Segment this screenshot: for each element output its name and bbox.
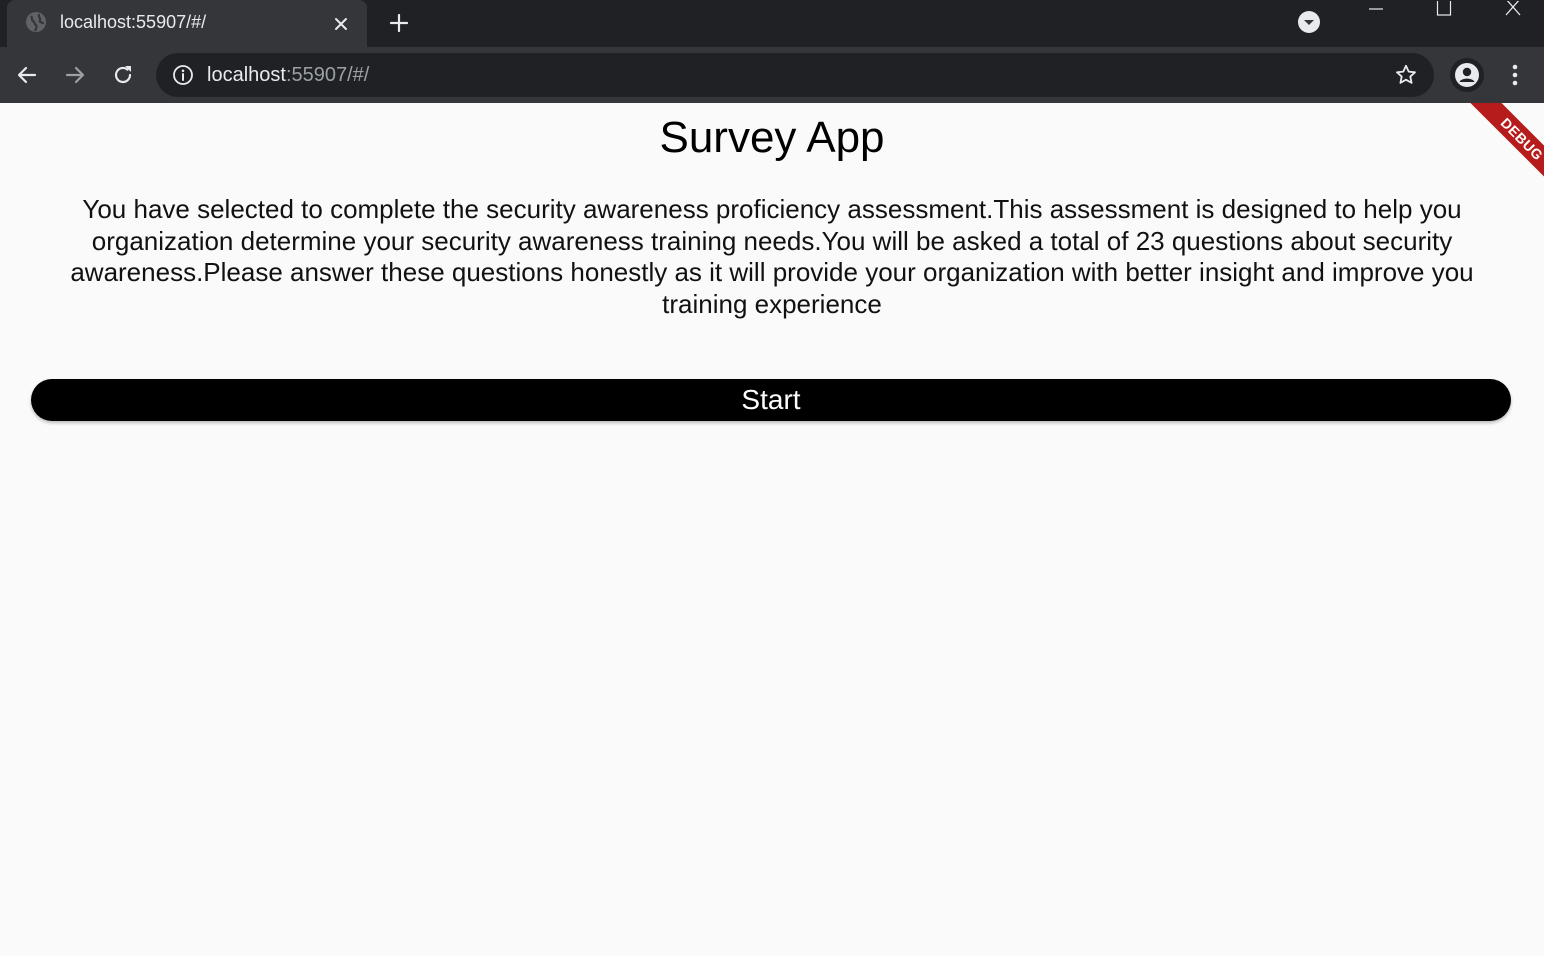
minimize-button[interactable] bbox=[1353, 0, 1399, 18]
browser-chrome: localhost:55907/#/ localhost:55907/#/ bbox=[0, 0, 1544, 103]
minimize-icon bbox=[1369, 8, 1383, 10]
tab-title: localhost:55907/#/ bbox=[60, 12, 207, 32]
reload-button[interactable] bbox=[107, 59, 139, 91]
address-bar[interactable]: localhost:55907/#/ bbox=[156, 53, 1434, 97]
arrow-left-icon bbox=[17, 66, 37, 84]
start-button[interactable]: Start bbox=[31, 379, 1511, 421]
maximize-icon bbox=[1436, 1, 1452, 16]
globe-icon bbox=[26, 12, 46, 32]
app-viewport: Survey App You have selected to complete… bbox=[0, 103, 1544, 956]
tab-strip: localhost:55907/#/ bbox=[0, 0, 1544, 47]
new-tab-button[interactable] bbox=[385, 9, 413, 37]
page-title: Survey App bbox=[659, 113, 885, 162]
chevron-down-icon[interactable] bbox=[1297, 10, 1321, 34]
profile-button[interactable] bbox=[1450, 58, 1484, 92]
tab-close-button[interactable] bbox=[329, 12, 353, 36]
reload-icon bbox=[114, 66, 132, 84]
arrow-right-icon bbox=[65, 66, 85, 84]
browser-menu-button[interactable] bbox=[1500, 59, 1530, 91]
intro-text: You have selected to complete the securi… bbox=[70, 194, 1474, 319]
url-text[interactable]: localhost:55907/#/ bbox=[207, 64, 369, 86]
info-icon[interactable] bbox=[172, 64, 194, 86]
person-icon bbox=[1455, 63, 1479, 87]
url-host: localhost bbox=[207, 64, 286, 86]
close-icon bbox=[335, 18, 347, 30]
forward-button[interactable] bbox=[59, 59, 91, 91]
close-icon bbox=[1505, 1, 1521, 16]
star-icon[interactable] bbox=[1394, 63, 1418, 87]
browser-tab[interactable]: localhost:55907/#/ bbox=[7, 0, 367, 47]
window-close-button[interactable] bbox=[1490, 0, 1536, 18]
browser-toolbar: localhost:55907/#/ bbox=[0, 47, 1544, 103]
kebab-menu-icon bbox=[1512, 64, 1518, 86]
url-path: :55907/#/ bbox=[285, 64, 370, 86]
plus-icon bbox=[389, 13, 409, 33]
back-button[interactable] bbox=[11, 59, 43, 91]
maximize-button[interactable] bbox=[1421, 0, 1467, 18]
